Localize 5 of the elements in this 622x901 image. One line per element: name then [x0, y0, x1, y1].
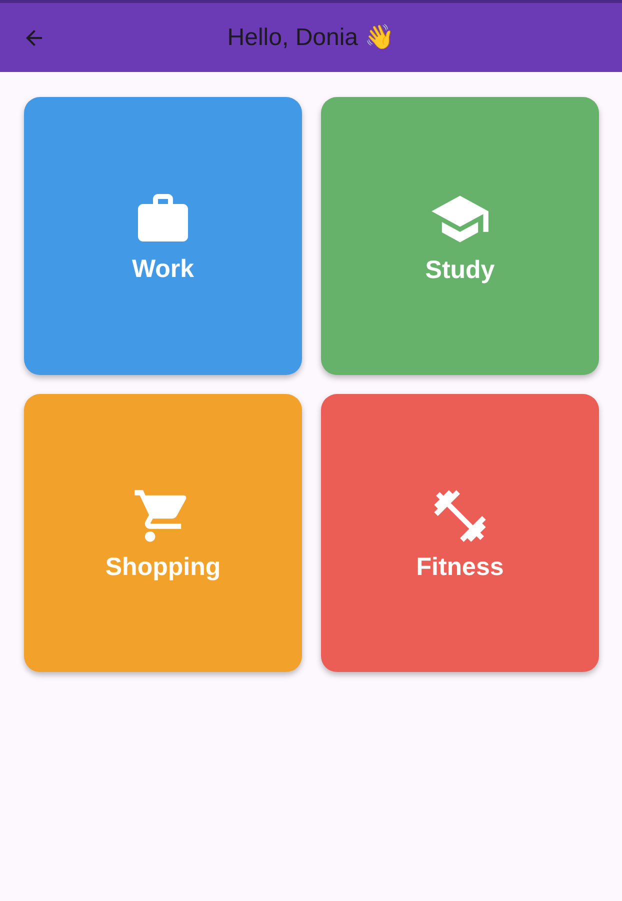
category-card[interactable]: Shopping: [24, 394, 302, 672]
category-card[interactable]: Study: [321, 97, 599, 375]
category-card[interactable]: Work: [24, 97, 302, 375]
category-card[interactable]: Fitness: [321, 394, 599, 672]
app-bar-title: Hello, Donia 👋: [227, 24, 395, 51]
